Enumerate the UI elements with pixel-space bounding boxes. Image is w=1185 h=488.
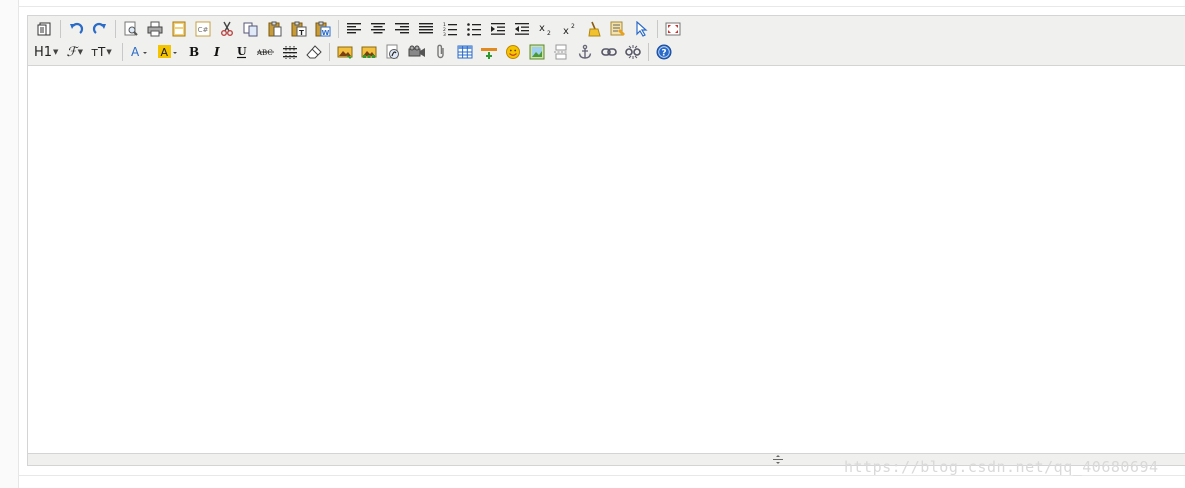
font-family-combo[interactable]: ℱ ▼ [66, 42, 83, 62]
paste-icon[interactable] [264, 19, 286, 39]
link-icon[interactable] [598, 42, 620, 62]
emoticon-icon[interactable] [502, 42, 524, 62]
toolbar-row-2: H1 ▼ ℱ ▼ тT ▼ A A B I U ABC? [34, 41, 677, 63]
map-icon[interactable] [526, 42, 548, 62]
underline-icon[interactable]: U [231, 42, 253, 62]
undo-icon[interactable] [65, 19, 87, 39]
flash-icon[interactable] [382, 42, 404, 62]
source-icon[interactable] [34, 19, 56, 39]
align-left-icon[interactable] [343, 19, 365, 39]
table-icon[interactable] [454, 42, 476, 62]
svg-text:ABC: ABC [257, 49, 273, 57]
svg-text:A: A [160, 46, 168, 59]
code-icon[interactable]: C# [192, 19, 214, 39]
toolbar-separator [60, 20, 61, 38]
svg-text:3: 3 [443, 32, 446, 37]
svg-text:U: U [237, 45, 247, 58]
svg-text:I: I [213, 45, 220, 59]
align-justify-icon[interactable] [415, 19, 437, 39]
svg-text:T: T [299, 29, 304, 37]
unordered-list-icon[interactable] [463, 19, 485, 39]
subscript-icon[interactable]: x2 [535, 19, 557, 39]
insert-hr-icon[interactable] [478, 42, 500, 62]
chevron-down-icon: ▼ [77, 48, 84, 56]
print-icon[interactable] [144, 19, 166, 39]
bold-icon[interactable]: B [183, 42, 205, 62]
rich-text-editor: C# T W 1 2 3 x 2 x 2 H1 ▼ ℱ ▼ тT ▼ A A B I U ABC? [27, 15, 1185, 466]
left-gutter [0, 0, 19, 488]
svg-text:x: x [563, 26, 569, 37]
toolbar-separator [647, 43, 649, 61]
page-break-icon[interactable] [550, 42, 572, 62]
heading-combo-label: H1 [34, 44, 53, 60]
chevron-down-icon: ▼ [106, 48, 112, 56]
watermark-url: https://blog.csdn.net/qq_40680694 [844, 458, 1159, 476]
svg-text:W: W [322, 29, 330, 37]
toolbar-separator [328, 43, 330, 61]
align-right-icon[interactable] [391, 19, 413, 39]
image-icon[interactable] [334, 42, 356, 62]
paste-text-icon[interactable]: T [288, 19, 310, 39]
chevron-down-icon: ▼ [53, 48, 59, 56]
toolbar-separator [121, 43, 123, 61]
media-icon[interactable] [406, 42, 428, 62]
svg-text:x: x [539, 23, 545, 34]
font-family-combo-label: ℱ [66, 44, 77, 60]
text-color-icon[interactable]: A [127, 42, 153, 62]
svg-text:?: ? [661, 49, 666, 59]
svg-text:2: 2 [571, 23, 575, 30]
horizontal-rule-icon[interactable] [279, 42, 301, 62]
select-all-icon[interactable] [607, 19, 629, 39]
svg-text:B: B [189, 45, 199, 59]
fullscreen-icon[interactable] [662, 19, 684, 39]
svg-text:2: 2 [547, 30, 551, 37]
toolbar-separator [115, 20, 116, 38]
font-size-combo-label: тT [91, 45, 106, 59]
copy-icon[interactable] [240, 19, 262, 39]
strikethrough-icon[interactable]: ABC [255, 42, 277, 62]
paste-word-icon[interactable]: W [312, 19, 334, 39]
align-center-icon[interactable] [367, 19, 389, 39]
outdent-icon[interactable] [511, 19, 533, 39]
attachment-icon[interactable] [430, 42, 452, 62]
superscript-icon[interactable]: x2 [559, 19, 581, 39]
toolbar-separator [657, 20, 658, 38]
editor-content-area[interactable] [28, 66, 1185, 454]
cut-icon[interactable] [216, 19, 238, 39]
toolbar-row-1: C# T W 1 2 3 x 2 x 2 [34, 18, 686, 40]
preview-icon[interactable] [120, 19, 142, 39]
svg-text:A: A [131, 45, 140, 59]
highlight-color-icon[interactable]: A [155, 42, 181, 62]
editor-toolbar: C# T W 1 2 3 x 2 x 2 H1 ▼ ℱ ▼ тT ▼ A A B I U ABC? [28, 16, 1185, 66]
eraser-icon[interactable] [303, 42, 325, 62]
anchor-icon[interactable] [574, 42, 596, 62]
help-icon[interactable]: ? [653, 42, 675, 62]
unlink-icon[interactable] [622, 42, 644, 62]
resize-handle-icon[interactable] [771, 454, 785, 465]
toolbar-separator [338, 20, 339, 38]
indent-icon[interactable] [487, 19, 509, 39]
svg-text:C#: C# [198, 26, 209, 34]
pointer-icon[interactable] [631, 19, 653, 39]
clear-format-icon[interactable] [583, 19, 605, 39]
multi-image-icon[interactable] [358, 42, 380, 62]
italic-icon[interactable]: I [207, 42, 229, 62]
redo-icon[interactable] [89, 19, 111, 39]
template-icon[interactable] [168, 19, 190, 39]
heading-combo[interactable]: H1 ▼ [34, 42, 58, 62]
top-divider [18, 6, 1185, 7]
font-size-combo[interactable]: тT ▼ [91, 42, 112, 62]
ordered-list-icon[interactable]: 123 [439, 19, 461, 39]
